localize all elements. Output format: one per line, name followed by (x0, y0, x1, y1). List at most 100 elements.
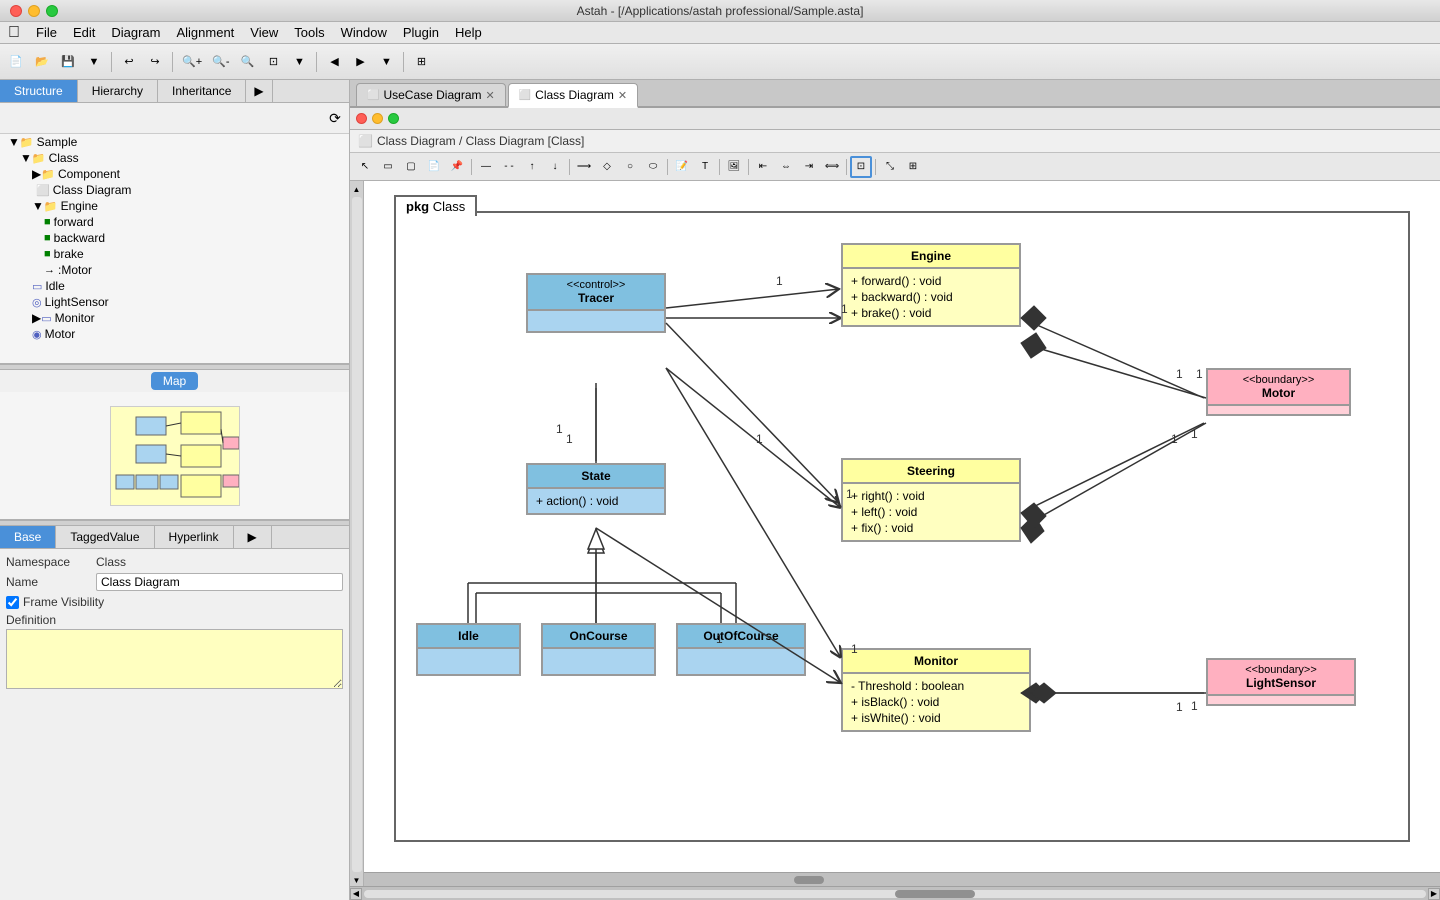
assoc-tool[interactable]: ◇ (596, 156, 618, 178)
class-engine[interactable]: Engine + forward() : void + backward() :… (841, 243, 1021, 327)
zoom-in-button[interactable]: 🔍+ (178, 49, 206, 75)
redo-button[interactable]: ↪ (143, 49, 167, 75)
scroll-down[interactable]: ▼ (351, 874, 363, 886)
tab-tagged-value[interactable]: TaggedValue (56, 526, 154, 548)
classdiagram-tab-close[interactable]: ✕ (618, 89, 627, 102)
minimize-button[interactable] (28, 5, 40, 17)
scroll-right[interactable]: ▶ (1428, 888, 1440, 900)
diag-min[interactable] (372, 113, 383, 124)
class-steering[interactable]: Steering + right() : void + left() : voi… (841, 458, 1021, 542)
h-scrollbar[interactable] (364, 872, 1440, 886)
class-state[interactable]: State + action() : void (526, 463, 666, 515)
select-tool[interactable]: ↖ (354, 156, 376, 178)
tree-item-motor[interactable]: ◉ Motor (0, 326, 349, 342)
zoom-out-button[interactable]: 🔍- (208, 49, 233, 75)
nav-back-button[interactable]: ◀ (322, 49, 346, 75)
menu-tools[interactable]: Window (341, 25, 387, 40)
tree-item-component[interactable]: ▶ 📁 Component (0, 166, 349, 182)
tab-classdiagram[interactable]: ⬜ Class Diagram ✕ (508, 83, 638, 108)
tree-item-motor-link[interactable]: → :Motor (0, 262, 349, 278)
new-button[interactable]: 📄 (4, 49, 28, 75)
image-tool[interactable]: 🖼 (723, 156, 745, 178)
class-motor[interactable]: <<boundary>> Motor (1206, 368, 1351, 416)
align-right[interactable]: ⇥ (798, 156, 820, 178)
text-tool[interactable]: T (694, 156, 716, 178)
align-left[interactable]: ⇤ (752, 156, 774, 178)
class-lightsensor[interactable]: <<boundary>> LightSensor (1206, 658, 1356, 706)
scroll-up[interactable]: ▲ (351, 183, 363, 195)
diag-max[interactable] (388, 113, 399, 124)
tree-item-lightsensor[interactable]: ◎ LightSensor (0, 294, 349, 310)
open-button[interactable]: 📂 (30, 49, 54, 75)
note-tool[interactable]: 📝 (671, 156, 693, 178)
distribute-h[interactable]: ⟺ (821, 156, 843, 178)
pin-tool[interactable]: 📌 (446, 156, 468, 178)
circle-tool[interactable]: ○ (619, 156, 641, 178)
menu-diagram[interactable]: Alignment (176, 25, 234, 40)
rect-tool[interactable]: ▭ (377, 156, 399, 178)
menu-edit[interactable]: Diagram (111, 25, 160, 40)
tab-hyperlink[interactable]: Hyperlink (155, 526, 234, 548)
tree-item-backward[interactable]: ■ backward (0, 230, 349, 246)
menu-plugin[interactable]: Help (455, 25, 482, 40)
class-monitor[interactable]: Monitor - Threshold : boolean + isBlack(… (841, 648, 1031, 732)
arrow-up[interactable]: ↑ (521, 156, 543, 178)
fit-button[interactable]: ⊡ (261, 49, 285, 75)
tree-item-forward[interactable]: ■ forward (0, 214, 349, 230)
fit-view[interactable]: ⊡ (850, 156, 872, 178)
tab-more-props[interactable]: ▶ (234, 526, 272, 548)
usecase-tab-close[interactable]: ✕ (486, 89, 495, 102)
menu-view[interactable]: Tools (294, 25, 324, 40)
tab-base[interactable]: Base (0, 526, 56, 548)
diag-close[interactable] (356, 113, 367, 124)
align-center[interactable]: ⇔ (775, 156, 797, 178)
nav-forward-button[interactable]: ▶ (348, 49, 372, 75)
tree-item-brake[interactable]: ■ brake (0, 246, 349, 262)
tree-item-class-diagram[interactable]: ⬜ Class Diagram (0, 182, 349, 198)
class-tracer[interactable]: <<control>> Tracer (526, 273, 666, 333)
tree-item-class[interactable]: ▼ 📁 Class (0, 150, 349, 166)
tree-item-sample[interactable]: ▼ 📁 Sample (0, 134, 349, 150)
tab-usecase[interactable]: ⬜ UseCase Diagram ✕ (356, 83, 506, 106)
expand-tool[interactable]: ⤡ (879, 156, 901, 178)
class-oncourse[interactable]: OnCourse (541, 623, 656, 676)
scroll-left[interactable]: ◀ (350, 888, 362, 900)
class-idle[interactable]: Idle (416, 623, 521, 676)
apple-menu[interactable]:  (8, 24, 20, 42)
nav-dropdown[interactable]: ▼ (374, 49, 398, 75)
line-tool[interactable]: — (475, 156, 497, 178)
save-button[interactable]: 💾 (56, 49, 80, 75)
menu-file[interactable]: Edit (73, 25, 95, 40)
arrow-down[interactable]: ↓ (544, 156, 566, 178)
maximize-button[interactable] (46, 5, 58, 17)
ellipse-tool[interactable]: ⬭ (642, 156, 664, 178)
rounded-rect-tool[interactable]: ▢ (400, 156, 422, 178)
tab-hierarchy[interactable]: Hierarchy (78, 80, 158, 102)
file-tool[interactable]: 📄 (423, 156, 445, 178)
menu-astah[interactable]: File (36, 25, 57, 40)
tree-item-monitor[interactable]: ▶ ▭ Monitor (0, 310, 349, 326)
close-button[interactable] (10, 5, 22, 17)
name-input[interactable] (96, 573, 343, 591)
zoom-reset-button[interactable]: 🔍 (235, 49, 259, 75)
menu-alignment[interactable]: View (250, 25, 278, 40)
zoom-dropdown[interactable]: ▼ (287, 49, 311, 75)
save-as-button[interactable]: ▼ (82, 49, 106, 75)
tab-inheritance[interactable]: Inheritance (158, 80, 246, 102)
undo-button[interactable]: ↩ (117, 49, 141, 75)
connector-tool[interactable]: ⟶ (573, 156, 595, 178)
export-tool[interactable]: ⊞ (902, 156, 924, 178)
tab-more[interactable]: ▶ (246, 80, 272, 102)
definition-input[interactable] (6, 629, 343, 689)
class-outofcourse[interactable]: OutOfCourse (676, 623, 806, 676)
grid-button[interactable]: ⊞ (409, 49, 433, 75)
dashed-tool[interactable]: - - (498, 156, 520, 178)
map-button[interactable]: Map (151, 372, 198, 390)
sync-button[interactable]: ⟳ (323, 105, 347, 131)
diagram-canvas[interactable]: pkg Class 1 (364, 181, 1440, 872)
tab-structure[interactable]: Structure (0, 80, 78, 102)
tree-item-engine[interactable]: ▼ 📁 Engine (0, 198, 349, 214)
frame-checkbox[interactable] (6, 596, 19, 609)
bottom-scrollbar[interactable]: ◀ ▶ (350, 886, 1440, 900)
menu-window[interactable]: Plugin (403, 25, 439, 40)
